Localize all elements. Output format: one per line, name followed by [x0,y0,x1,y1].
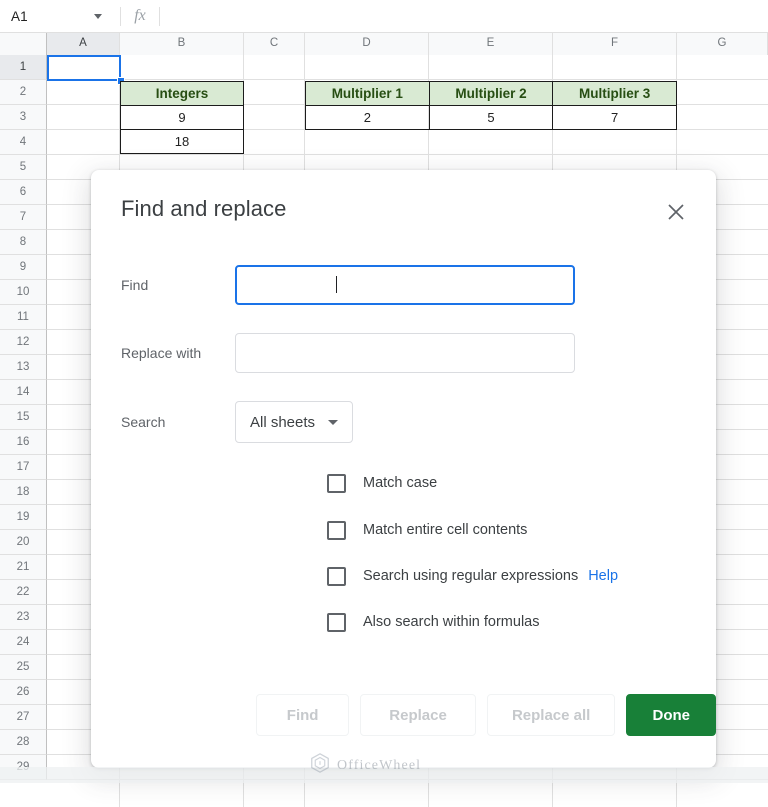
search-formulas-checkbox[interactable] [327,612,346,632]
replace-all-button[interactable]: Replace all [486,694,616,736]
selected-cell-a1[interactable] [47,55,121,81]
formula-bar: A1 fx [0,0,768,33]
done-button[interactable]: Done [626,694,716,736]
replace-button[interactable]: Replace [360,694,476,736]
column-header-e[interactable]: E [429,33,553,55]
row-header-27[interactable]: 27 [0,705,47,730]
integers-header: Integers [120,81,244,106]
integers-table: Integers 9 18 [120,81,244,154]
row-header-23[interactable]: 23 [0,605,47,630]
search-formulas-label: Also search within formulas [363,614,540,630]
row-header-29[interactable]: 29 [0,755,47,780]
select-all-corner[interactable] [0,33,47,55]
row-header-15[interactable]: 15 [0,405,47,430]
multiplier-1-header: Multiplier 1 [305,81,430,106]
find-button[interactable]: Find [256,694,350,736]
column-headers: ABCDEFG [0,33,768,55]
row-header-6[interactable]: 6 [0,180,47,205]
row-header-10[interactable]: 10 [0,280,47,305]
text-caret [336,276,337,293]
search-label: Search [121,414,166,430]
row-header-8[interactable]: 8 [0,230,47,255]
row-headers: 1 2 3 4 5 6 7 8 9 10 11 12 13 14 15 16 17 18 19 20 21 22 23 24 2… [0,55,47,780]
checkbox-row-match-case: Match case [327,473,437,493]
multipliers-table: Multiplier 1 Multiplier 2 Multiplier 3 2… [305,81,677,130]
row-header-18[interactable]: 18 [0,480,47,505]
row-header-3[interactable]: 3 [0,105,47,130]
column-header-d[interactable]: D [305,33,429,55]
checkbox-row-regex: Search using regular expressions Help [327,566,618,586]
column-header-b[interactable]: B [120,33,244,55]
row-header-28[interactable]: 28 [0,730,47,755]
column-header-f[interactable]: F [553,33,677,55]
table-row: 2 5 7 [305,105,677,130]
chevron-down-icon[interactable] [94,13,102,19]
replace-with-input[interactable] [235,333,575,373]
dialog-action-buttons: Find Replace Replace all Done [91,694,716,736]
row-header-19[interactable]: 19 [0,505,47,530]
table-row: 9 [120,105,244,130]
grid-line-horizontal [47,154,768,155]
match-case-checkbox[interactable] [327,473,346,493]
checkbox-row-search-formulas: Also search within formulas [327,612,540,632]
find-and-replace-dialog: Find and replace Find Replace with Searc… [91,170,716,768]
replace-with-label: Replace with [121,345,202,361]
row-header-7[interactable]: 7 [0,205,47,230]
row-header-16[interactable]: 16 [0,430,47,455]
row-header-11[interactable]: 11 [0,305,47,330]
multiplier-2-value: 5 [428,105,554,130]
column-header-c[interactable]: C [244,33,305,55]
search-scope-dropdown[interactable]: All sheets [235,401,354,443]
find-field-row: Find [121,265,686,305]
multiplier-2-header: Multiplier 2 [428,81,554,106]
find-input[interactable] [235,265,575,305]
regex-checkbox[interactable] [327,566,346,586]
dialog-title: Find and replace [121,196,287,221]
match-case-label: Match case [363,475,438,491]
multiplier-1-value: 2 [305,105,430,130]
checkbox-row-match-entire-cell: Match entire cell contents [327,520,527,540]
row-header-12[interactable]: 12 [0,330,47,355]
match-entire-cell-checkbox[interactable] [327,520,346,540]
row-header-5[interactable]: 5 [0,155,47,180]
row-header-1[interactable]: 1 [0,55,47,80]
integers-cell: 9 [120,105,244,130]
regex-label: Search using regular expressions [363,568,579,584]
row-header-14[interactable]: 14 [0,380,47,405]
row-header-20[interactable]: 20 [0,530,47,555]
row-header-17[interactable]: 17 [0,455,47,480]
search-field-row: Search All sheets [121,401,686,443]
multiplier-3-value: 7 [552,105,677,130]
table-row: Integers [120,81,244,106]
name-box[interactable]: A1 [0,0,120,33]
match-entire-cell-label: Match entire cell contents [363,522,528,538]
column-header-a[interactable]: A [47,33,120,55]
table-row: Multiplier 1 Multiplier 2 Multiplier 3 [305,81,677,106]
fx-icon: fx [134,7,146,24]
row-header-4[interactable]: 4 [0,130,47,155]
search-scope-value: All sheets [250,413,316,431]
table-row: 18 [120,129,244,154]
row-header-21[interactable]: 21 [0,555,47,580]
row-header-9[interactable]: 9 [0,255,47,280]
replace-field-row: Replace with [121,333,686,373]
row-header-26[interactable]: 26 [0,680,47,705]
name-box-value: A1 [11,8,28,24]
find-label: Find [121,277,149,293]
grid-line-horizontal [47,79,768,80]
grid-line-horizontal [47,779,768,780]
row-header-25[interactable]: 25 [0,655,47,680]
formula-input[interactable] [160,0,768,33]
row-header-2[interactable]: 2 [0,80,47,105]
column-header-g[interactable]: G [677,33,768,55]
regex-help-link[interactable]: Help [588,568,618,584]
multiplier-3-header: Multiplier 3 [552,81,677,106]
chevron-down-icon [328,419,339,425]
row-header-24[interactable]: 24 [0,630,47,655]
integers-cell: 18 [120,129,244,154]
close-icon[interactable] [664,200,688,224]
row-header-22[interactable]: 22 [0,580,47,605]
row-header-13[interactable]: 13 [0,355,47,380]
